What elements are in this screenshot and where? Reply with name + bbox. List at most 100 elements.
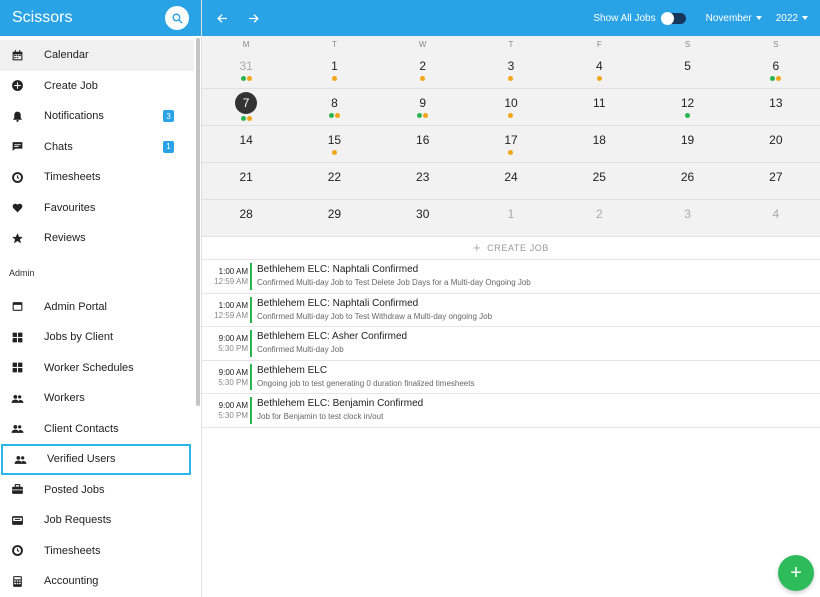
- day-number: 12: [680, 96, 695, 110]
- job-row[interactable]: 9:00 AM 5:30 PM Bethlehem ELC: Asher Confi…: [202, 327, 820, 361]
- job-row[interactable]: 9:00 AM 5:30 PM Bethlehem ELC Ongoing job t…: [202, 361, 820, 394]
- sidebar-item-accounting[interactable]: Accounting: [0, 566, 194, 597]
- sidebar-item-admin-timesheets[interactable]: Timesheets: [0, 536, 194, 567]
- job-subtitle: Confirmed Multi-day Job to Test Withdraw…: [257, 311, 493, 321]
- day-number: 26: [680, 170, 695, 184]
- day-number: 28: [239, 207, 253, 221]
- day-number: 4: [772, 207, 780, 221]
- calendar-day[interactable]: 6: [732, 52, 820, 88]
- calendar-day[interactable]: 15: [290, 126, 378, 162]
- sidebar-item-calendar[interactable]: Calendar: [0, 40, 194, 71]
- job-status-bar: [250, 363, 252, 390]
- event-dot-orange: [423, 113, 429, 118]
- portal-icon: [10, 300, 24, 314]
- sidebar-item-jobs-by-client[interactable]: Jobs by Client: [0, 322, 194, 353]
- calendar-day-today[interactable]: 7: [202, 89, 290, 125]
- day-number: 27: [769, 170, 783, 184]
- job-row[interactable]: 1:00 AM 12:59 AM Bethlehem ELC: Naphtali C…: [202, 260, 820, 294]
- sidebar-item-create-job[interactable]: Create Job: [0, 71, 194, 102]
- day-number: 20: [769, 133, 783, 147]
- heart-icon: [10, 201, 24, 215]
- job-row[interactable]: 1:00 AM 12:59 AM Bethlehem ELC: Naphtali C…: [202, 294, 820, 327]
- calendar-day[interactable]: 9: [379, 89, 467, 125]
- job-text: Bethlehem ELC: Naphtali Confirmed Confirm…: [257, 294, 492, 327]
- calendar-day[interactable]: 5: [643, 52, 731, 88]
- calendar-day[interactable]: 13: [732, 89, 820, 125]
- sidebar-item-chats[interactable]: Chats 1: [0, 132, 194, 163]
- sidebar-item-favourites[interactable]: Favourites: [0, 193, 194, 224]
- next-month-button[interactable]: [242, 7, 264, 29]
- sidebar-item-label: Verified Users: [47, 453, 116, 466]
- plus-icon: +: [472, 240, 482, 255]
- calendar-day[interactable]: 25: [555, 163, 643, 199]
- sidebar-item-label: Job Requests: [44, 514, 112, 527]
- job-title: Bethlehem ELC: Naphtali Confirmed: [257, 264, 419, 275]
- sidebar-item-workers[interactable]: Workers: [0, 383, 194, 414]
- calendar-day[interactable]: 16: [379, 126, 467, 162]
- event-dot-orange: [508, 113, 514, 118]
- sidebar-item-job-requests[interactable]: Job Requests: [0, 505, 194, 536]
- calendar-day[interactable]: 29: [290, 200, 378, 236]
- sidebar-item-timesheets[interactable]: Timesheets: [0, 162, 194, 193]
- sidebar-item-client-contacts[interactable]: Client Contacts: [0, 414, 194, 445]
- calendar-day[interactable]: 2: [379, 52, 467, 88]
- job-start-time: 1:00 AM: [218, 267, 248, 276]
- calendar-day[interactable]: 12: [643, 89, 731, 125]
- previous-month-button[interactable]: [211, 7, 233, 29]
- calendar-day[interactable]: 26: [643, 163, 731, 199]
- event-dot-green: [328, 113, 334, 118]
- weekday-header: MTWTFSS: [202, 36, 820, 52]
- calendar-day[interactable]: 31: [202, 52, 290, 88]
- calendar-day[interactable]: 8: [290, 89, 378, 125]
- event-dots: [417, 113, 429, 118]
- calendar-day[interactable]: 1: [290, 52, 378, 88]
- calendar-day[interactable]: 23: [379, 163, 467, 199]
- calendar-day[interactable]: 14: [202, 126, 290, 162]
- calendar-day[interactable]: 22: [290, 163, 378, 199]
- calendar-day[interactable]: 3: [643, 200, 731, 236]
- year-dropdown[interactable]: 2022: [776, 13, 808, 24]
- day-number: 3: [684, 207, 691, 221]
- sidebar-item-posted-jobs[interactable]: Posted Jobs: [0, 475, 194, 506]
- job-subtitle: Ongoing job to test generating 0 duratio…: [257, 378, 475, 388]
- calendar-day[interactable]: 2: [555, 200, 643, 236]
- show-all-jobs-toggle[interactable]: [660, 11, 686, 25]
- search-button[interactable]: [165, 6, 189, 30]
- day-number: 19: [680, 133, 695, 147]
- job-row[interactable]: 9:00 AM 5:30 PM Bethlehem ELC: Benjamin Co…: [202, 394, 820, 428]
- calendar-day[interactable]: 27: [732, 163, 820, 199]
- calendar-day[interactable]: 3: [467, 52, 555, 88]
- calendar-day[interactable]: 1: [467, 200, 555, 236]
- calendar-day[interactable]: 18: [555, 126, 643, 162]
- day-number: 4: [595, 59, 603, 73]
- day-number: 2: [419, 59, 427, 73]
- sidebar-item-verified-users[interactable]: Verified Users: [1, 444, 191, 475]
- calculator-icon: [10, 574, 24, 588]
- calendar-day[interactable]: 28: [202, 200, 290, 236]
- event-dot-orange: [331, 150, 337, 155]
- calendar-day[interactable]: 30: [379, 200, 467, 236]
- people-icon: [10, 422, 24, 436]
- add-fab-button[interactable]: +: [778, 555, 814, 591]
- notification-count-badge: 3: [163, 110, 174, 122]
- sidebar-item-notifications[interactable]: Notifications 3: [0, 101, 194, 132]
- sidebar-item-reviews[interactable]: Reviews: [0, 223, 194, 254]
- calendar-day[interactable]: 20: [732, 126, 820, 162]
- calendar-day[interactable]: 17: [467, 126, 555, 162]
- calendar-day[interactable]: 10: [467, 89, 555, 125]
- month-dropdown[interactable]: November: [706, 13, 762, 24]
- sidebar-item-admin-portal[interactable]: Admin Portal: [0, 292, 194, 323]
- calendar-day[interactable]: 24: [467, 163, 555, 199]
- sidebar-item-worker-schedules[interactable]: Worker Schedules: [0, 353, 194, 384]
- year-value: 2022: [775, 12, 798, 24]
- calendar-day[interactable]: 19: [643, 126, 731, 162]
- sidebar-scrollbar[interactable]: [196, 38, 200, 406]
- calendar-day[interactable]: 11: [555, 89, 643, 125]
- weekday-label: T: [508, 39, 514, 49]
- inbox-icon: [10, 513, 24, 527]
- calendar-day[interactable]: 21: [202, 163, 290, 199]
- calendar-day[interactable]: 4: [555, 52, 643, 88]
- job-subtitle: Confirmed Multi-day Job: [257, 345, 344, 354]
- create-job-button[interactable]: + CREATE JOB: [202, 236, 820, 260]
- calendar-day[interactable]: 4: [732, 200, 820, 236]
